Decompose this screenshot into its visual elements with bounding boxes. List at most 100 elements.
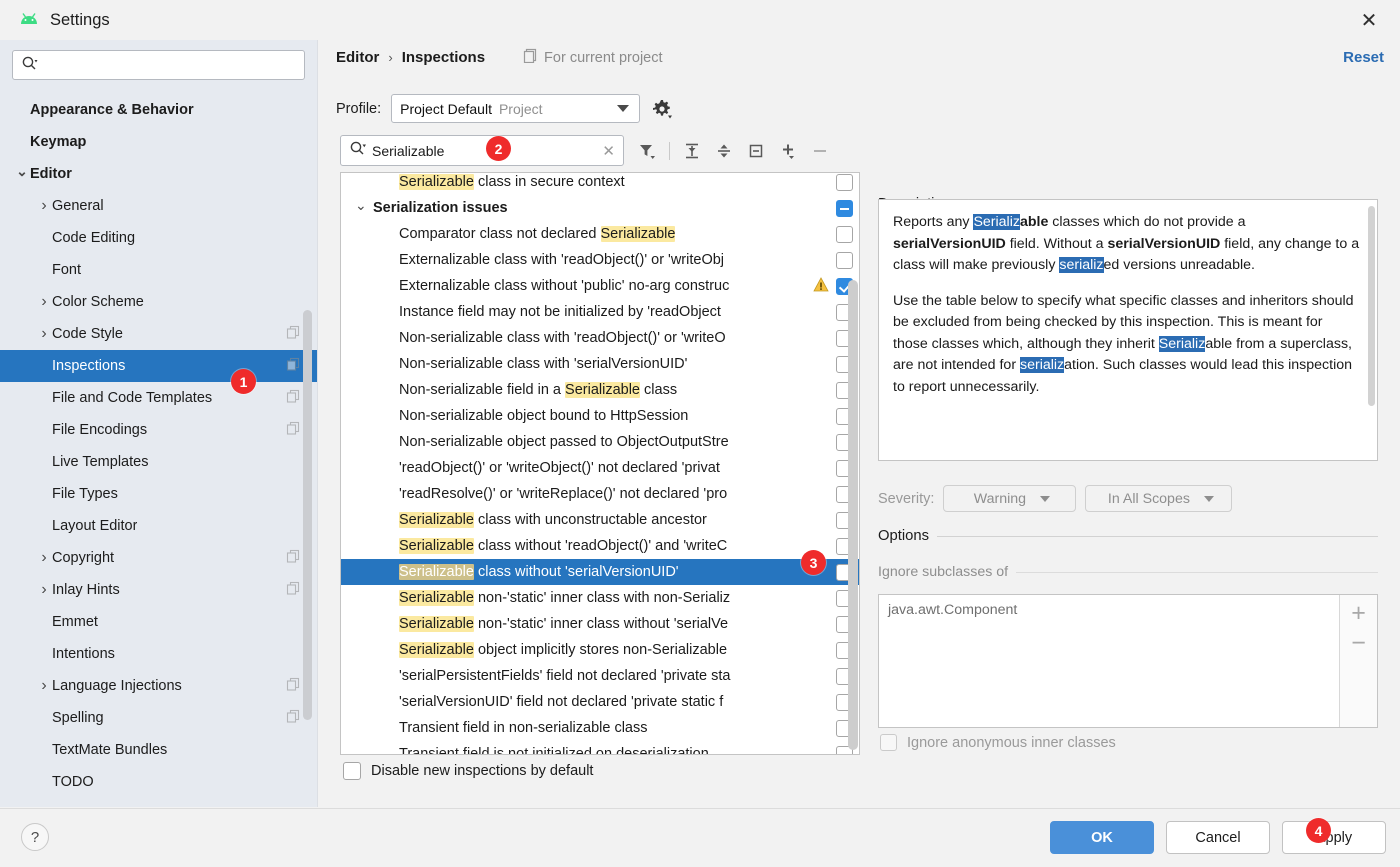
- inspections-list[interactable]: Serializable class in secure context ⌄ Ser…: [340, 172, 860, 755]
- sidebar-item-textmate-bundles[interactable]: TextMate Bundles: [0, 734, 317, 766]
- reset-link[interactable]: Reset: [1343, 49, 1384, 66]
- collapse-node-icon[interactable]: [741, 137, 771, 165]
- description-scrollbar-thumb[interactable]: [1368, 206, 1375, 406]
- disable-new-inspections-row[interactable]: Disable new inspections by default: [343, 762, 593, 780]
- chevron-right-icon[interactable]: ›: [36, 677, 52, 695]
- inspection-row[interactable]: Instance field may not be initialized by…: [341, 299, 859, 325]
- inspection-row[interactable]: Serializable non-'static' inner class wi…: [341, 585, 859, 611]
- remove-class-icon[interactable]: −: [1351, 631, 1366, 656]
- sidebar-item-editor[interactable]: ⌄ Editor: [0, 158, 317, 190]
- sidebar-item-file-types[interactable]: File Types: [0, 478, 317, 510]
- inspection-checkbox[interactable]: [836, 225, 853, 243]
- add-icon[interactable]: [773, 137, 803, 165]
- inspection-row[interactable]: Externalizable class without 'public' no…: [341, 273, 859, 299]
- cancel-button[interactable]: Cancel: [1166, 821, 1270, 854]
- inspection-row[interactable]: Non-serializable class with 'serialVersi…: [341, 351, 859, 377]
- ignore-anonymous-checkbox[interactable]: [880, 734, 897, 751]
- close-icon[interactable]: ✕: [1352, 4, 1386, 36]
- description-paragraph-1: Reports any Serializable classes which d…: [893, 212, 1361, 277]
- inspection-row[interactable]: Transient field is not initialized on de…: [341, 741, 859, 754]
- label-pre: Serialization issues: [373, 200, 508, 216]
- profile-value: Project Default: [400, 100, 492, 117]
- sidebar-item-general[interactable]: › General: [0, 190, 317, 222]
- sidebar-item-file-and-code-templates[interactable]: File and Code Templates: [0, 382, 317, 414]
- inspection-row[interactable]: Serializable class in secure context: [341, 173, 859, 195]
- list-item[interactable]: java.awt.Component: [879, 595, 1377, 618]
- copy-icon: [286, 325, 301, 344]
- scope-dropdown[interactable]: In All Scopes: [1085, 485, 1233, 512]
- chevron-down-icon[interactable]: ⌄: [14, 163, 30, 180]
- sidebar-item-layout-editor[interactable]: Layout Editor: [0, 510, 317, 542]
- sidebar-item-inlay-hints[interactable]: › Inlay Hints: [0, 574, 317, 606]
- sidebar-item-live-templates[interactable]: Live Templates: [0, 446, 317, 478]
- sidebar-item-copyright[interactable]: › Copyright: [0, 542, 317, 574]
- disable-new-inspections-checkbox[interactable]: [343, 762, 361, 780]
- apply-button[interactable]: Apply: [1282, 821, 1386, 854]
- severity-dropdown[interactable]: Warning: [943, 485, 1077, 512]
- inspection-checkbox[interactable]: [836, 199, 853, 217]
- inspection-row[interactable]: Comparator class not declared Serializab…: [341, 221, 859, 247]
- breadcrumb-separator: ›: [388, 50, 393, 65]
- inspection-checkbox[interactable]: [836, 251, 853, 269]
- sidebar-item-color-scheme[interactable]: › Color Scheme: [0, 286, 317, 318]
- breadcrumb-parent[interactable]: Editor: [336, 49, 379, 66]
- expand-all-icon[interactable]: [677, 137, 707, 165]
- sidebar-item-spelling[interactable]: Spelling: [0, 702, 317, 734]
- inspection-row[interactable]: Serializable class without 'readObject()…: [341, 533, 859, 559]
- sidebar-item-keymap[interactable]: Keymap: [0, 126, 317, 158]
- chevron-right-icon[interactable]: ›: [36, 325, 52, 343]
- inspection-row[interactable]: Externalizable class with 'readObject()'…: [341, 247, 859, 273]
- sidebar-item-intentions[interactable]: Intentions: [0, 638, 317, 670]
- inspection-row[interactable]: Serializable non-'static' inner class wi…: [341, 611, 859, 637]
- list-scrollbar-thumb[interactable]: [848, 280, 858, 750]
- sidebar-scrollbar-thumb[interactable]: [303, 310, 312, 720]
- sidebar-item-emmet[interactable]: Emmet: [0, 606, 317, 638]
- inspection-row[interactable]: Serializable object implicitly stores no…: [341, 637, 859, 663]
- breadcrumb-current: Inspections: [401, 49, 486, 66]
- inspection-row[interactable]: 'readObject()' or 'writeObject()' not de…: [341, 455, 859, 481]
- ignore-anonymous-row[interactable]: Ignore anonymous inner classes: [880, 734, 1116, 751]
- sidebar-item-font[interactable]: Font: [0, 254, 317, 286]
- inspection-row[interactable]: Non-serializable field in a Serializable…: [341, 377, 859, 403]
- sidebar-nav-list: Appearance & Behavior Keymap ⌄ Editor › Gener…: [0, 86, 317, 798]
- inspection-label: Serializable object implicitly stores no…: [399, 642, 727, 658]
- sidebar-item-file-encodings[interactable]: File Encodings: [0, 414, 317, 446]
- profile-dropdown[interactable]: Project Default Project: [391, 94, 641, 123]
- gear-icon[interactable]: [650, 97, 674, 121]
- search-input[interactable]: [42, 57, 296, 73]
- help-button[interactable]: ?: [21, 823, 49, 851]
- remove-icon[interactable]: [805, 137, 835, 165]
- sidebar-item-label: Font: [52, 262, 82, 278]
- ok-button[interactable]: OK: [1050, 821, 1154, 854]
- chevron-right-icon[interactable]: ›: [36, 293, 52, 311]
- inspection-row[interactable]: Non-serializable object passed to Object…: [341, 429, 859, 455]
- inspection-row[interactable]: 'serialVersionUID' field not declared 'p…: [341, 689, 859, 715]
- collapse-all-icon[interactable]: [709, 137, 739, 165]
- inspection-row[interactable]: Non-serializable object bound to HttpSes…: [341, 403, 859, 429]
- inspection-row[interactable]: 'serialPersistentFields' field not decla…: [341, 663, 859, 689]
- chevron-right-icon[interactable]: ›: [36, 549, 52, 567]
- inspection-group-row[interactable]: ⌄ Serialization issues: [341, 195, 859, 221]
- sidebar-item-todo[interactable]: TODO: [0, 766, 317, 798]
- inspection-row[interactable]: 'readResolve()' or 'writeReplace()' not …: [341, 481, 859, 507]
- search-box[interactable]: [12, 50, 305, 80]
- chevron-down-icon[interactable]: ⌄: [355, 197, 367, 214]
- inspection-row[interactable]: Serializable class with unconstructable …: [341, 507, 859, 533]
- inspection-row[interactable]: Non-serializable class with 'readObject(…: [341, 325, 859, 351]
- chevron-right-icon[interactable]: ›: [36, 197, 52, 215]
- inspection-checkbox[interactable]: [836, 173, 853, 191]
- chevron-right-icon[interactable]: ›: [36, 581, 52, 599]
- add-class-icon[interactable]: +: [1351, 601, 1366, 626]
- sidebar-item-code-editing[interactable]: Code Editing: [0, 222, 317, 254]
- clear-icon[interactable]: ✕: [598, 142, 615, 160]
- filter-icon[interactable]: [632, 137, 662, 165]
- inspection-row[interactable]: Transient field in non-serializable clas…: [341, 715, 859, 741]
- sidebar-item-code-style[interactable]: › Code Style: [0, 318, 317, 350]
- ignore-subclasses-list[interactable]: java.awt.Component + −: [878, 594, 1378, 728]
- sidebar-item-language-injections[interactable]: › Language Injections: [0, 670, 317, 702]
- inspection-row[interactable]: Serializable class without 'serialVersio…: [341, 559, 859, 585]
- sidebar-item-inspections[interactable]: Inspections: [0, 350, 317, 382]
- sidebar-scrollbar-track[interactable]: [303, 85, 315, 720]
- sidebar-item-appearance-behavior[interactable]: Appearance & Behavior: [0, 94, 317, 126]
- inspection-search-box[interactable]: ✕: [340, 135, 624, 166]
